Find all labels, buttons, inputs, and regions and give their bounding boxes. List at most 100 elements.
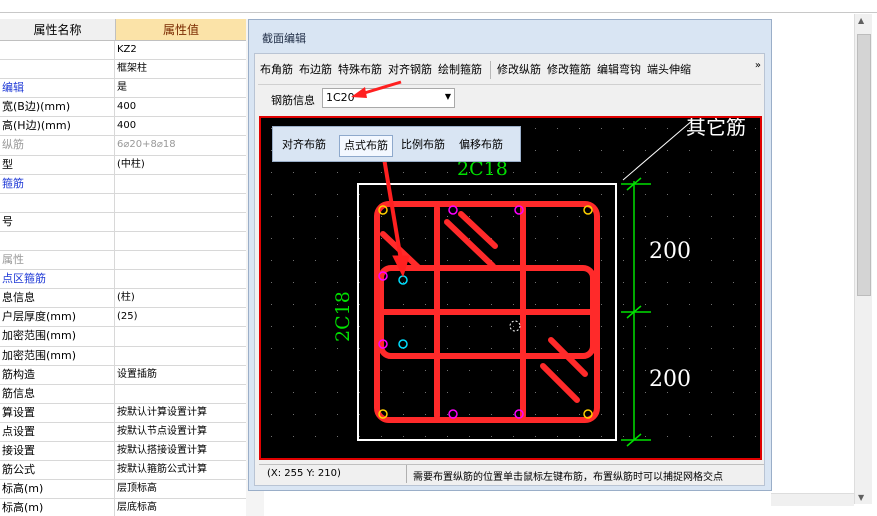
property-row[interactable]: 点设置 按默认节点设置计算 (0, 422, 246, 442)
property-value[interactable] (115, 347, 246, 365)
scrollbar-thumb[interactable] (857, 34, 871, 296)
ratio-layout-button[interactable]: 比例布筋 (397, 135, 449, 155)
property-value[interactable]: 框架柱 (115, 60, 246, 78)
property-value[interactable] (115, 213, 246, 231)
property-row[interactable]: 点区箍筋 (0, 270, 246, 290)
grid-dot (403, 172, 404, 173)
property-value[interactable]: 是 (115, 79, 246, 97)
property-row[interactable]: 算设置 按默认计算设置计算 (0, 403, 246, 423)
left-rebar-label[interactable]: 2C18 (332, 291, 354, 342)
grid-dot (293, 414, 294, 415)
property-row[interactable]: 筋构造 设置插筋 (0, 365, 246, 385)
grid-dot (513, 304, 514, 305)
horizontal-scrollbar[interactable] (771, 493, 854, 506)
toolbar-modify-stirrup-button[interactable]: 修改箍筋 (545, 57, 593, 83)
property-value[interactable] (115, 232, 246, 250)
property-value[interactable] (115, 385, 246, 403)
stirrups (374, 201, 600, 423)
grid-dot (667, 348, 668, 349)
chevron-down-icon[interactable]: ▼ (445, 92, 451, 101)
column-header-value[interactable]: 属性值 (116, 19, 246, 40)
property-row[interactable]: 筋信息 (0, 384, 246, 404)
property-value[interactable] (115, 175, 246, 193)
property-row[interactable]: 户层厚度(mm) (25) (0, 308, 246, 328)
grid-dot (711, 260, 712, 261)
grid-dot (315, 238, 316, 239)
property-row[interactable]: 加密范围(mm) (0, 346, 246, 366)
property-row[interactable]: 号 (0, 212, 246, 232)
property-value[interactable]: 6⌀20+8⌀18 (115, 136, 246, 154)
property-row[interactable]: 框架柱 (0, 60, 246, 80)
offset-layout-button[interactable]: 偏移布筋 (455, 135, 507, 155)
property-value[interactable] (115, 327, 246, 345)
property-row[interactable]: 加密范围(mm) (0, 327, 246, 347)
grid-dot (491, 392, 492, 393)
property-value[interactable]: 层顶标高 (115, 480, 246, 498)
column-header-name[interactable]: 属性名称 (0, 19, 116, 40)
property-row[interactable]: 箍筋 (0, 174, 246, 194)
property-name (0, 193, 115, 212)
property-value[interactable]: (25) (115, 308, 246, 326)
grid-dot (755, 348, 756, 349)
toolbar-edge-rebar-button[interactable]: 布边筋 (297, 57, 334, 83)
property-value[interactable] (115, 270, 246, 288)
leader-line (622, 119, 694, 181)
property-row[interactable]: 筋公式 按默认箍筋公式计算 (0, 461, 246, 481)
property-value[interactable]: 400 (115, 98, 246, 116)
grid-dot (425, 172, 426, 173)
grid-dot (601, 260, 602, 261)
property-row[interactable]: 息信息 (柱) (0, 289, 246, 309)
property-name (0, 41, 115, 60)
section-canvas[interactable]: 其它筋 200 200 2C18 2C18 (259, 116, 762, 460)
property-value[interactable]: 按默认搭接设置计算 (115, 442, 246, 460)
toolbar-modify-longitudinal-button[interactable]: 修改纵筋 (495, 57, 543, 83)
rebar-point[interactable] (398, 339, 408, 349)
property-value[interactable]: 400 (115, 117, 246, 135)
property-row[interactable]: 编辑是 (0, 79, 246, 99)
grid-dot (689, 348, 690, 349)
top-divider (0, 12, 877, 13)
point-layout-button[interactable]: 点式布筋 (339, 135, 393, 157)
rebar-info-row: 钢筋信息 1C20 ▼ (258, 86, 558, 112)
scroll-up-icon[interactable]: ▲ (858, 16, 864, 25)
property-row[interactable]: 接设置 按默认搭接设置计算 (0, 441, 246, 462)
property-value[interactable]: 按默认节点设置计算 (115, 423, 246, 441)
property-value[interactable]: 按默认计算设置计算 (115, 404, 246, 422)
rebar-point[interactable] (448, 409, 458, 419)
property-row[interactable]: 型 (中柱) (0, 155, 246, 175)
property-row[interactable] (0, 193, 246, 213)
grid-dot (337, 436, 338, 437)
rebar-point[interactable] (448, 205, 458, 215)
toolbar-corner-rebar-button[interactable]: 布角筋 (258, 57, 295, 83)
property-value[interactable]: 按默认箍筋公式计算 (115, 461, 246, 479)
property-value[interactable] (115, 251, 246, 269)
property-value[interactable]: (柱) (115, 289, 246, 307)
property-value[interactable]: 设置插筋 (115, 366, 246, 384)
vertical-scrollbar[interactable]: ▲ ▼ (854, 14, 872, 504)
grid-dot (689, 304, 690, 305)
grid-dot (271, 304, 272, 305)
property-value[interactable]: 层底标高 (115, 499, 246, 516)
align-layout-button[interactable]: 对齐布筋 (278, 135, 330, 155)
grid-dot (755, 260, 756, 261)
toolbar-edit-hook-button[interactable]: 编辑弯钩 (595, 57, 643, 83)
grid-dot (425, 326, 426, 327)
property-value[interactable] (115, 194, 246, 212)
property-row[interactable]: 标高(m) 层底标高 (0, 499, 246, 516)
scroll-down-icon[interactable]: ▼ (858, 493, 864, 502)
property-row[interactable]: 标高(m) 层顶标高 (0, 480, 246, 500)
grid-dot (733, 172, 734, 173)
property-row[interactable]: 纵筋 6⌀20+8⌀18 (0, 136, 246, 156)
property-row[interactable]: 属性 (0, 251, 246, 271)
toolbar-overflow-icon[interactable]: » (755, 60, 761, 71)
property-row[interactable]: 高(H边)(mm) 400 (0, 117, 246, 137)
property-row[interactable]: 宽(B边)(mm) 400 (0, 98, 246, 118)
grid-dot (711, 348, 712, 349)
property-row[interactable]: KZ2 (0, 41, 246, 61)
property-value[interactable]: (中柱) (115, 156, 246, 174)
toolbar-draw-stirrup-button[interactable]: 绘制箍筋 (436, 57, 484, 83)
coordinate-readout: (X: 255 Y: 210) (267, 468, 341, 479)
property-row[interactable] (0, 231, 246, 252)
property-value[interactable]: KZ2 (115, 41, 246, 59)
toolbar-end-extend-button[interactable]: 端头伸缩 (645, 57, 693, 83)
